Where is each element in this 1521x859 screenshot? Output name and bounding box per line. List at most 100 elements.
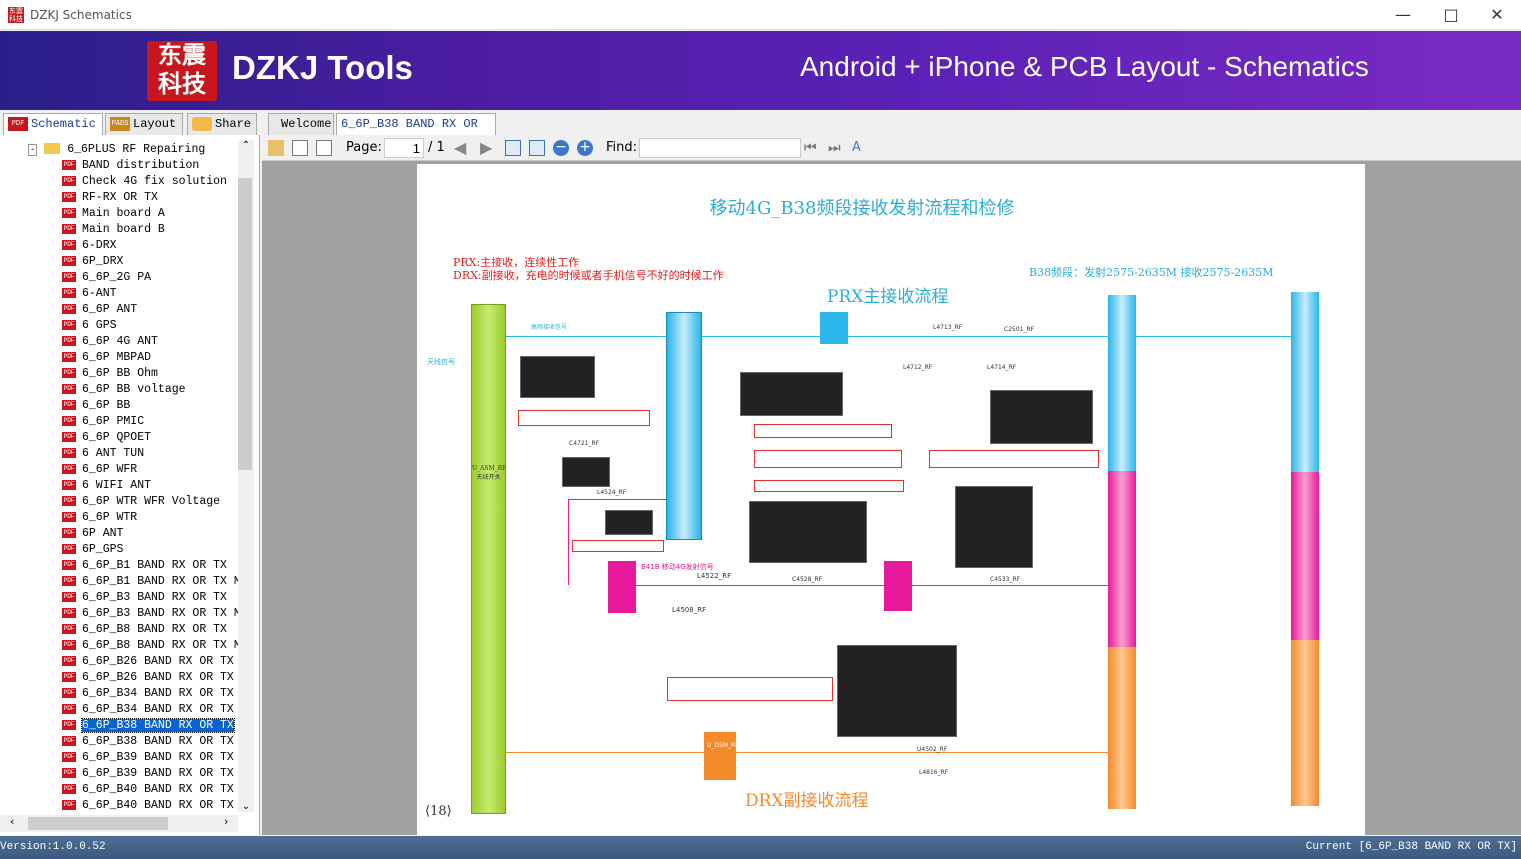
pdf-icon: PDF (62, 655, 76, 666)
rotate-cw-icon[interactable] (292, 140, 308, 156)
pdf-icon: PDF (62, 271, 76, 282)
tab-document[interactable]: 6_6P_B38 BAND RX OR TX✕ (336, 113, 496, 151)
tab-schematic[interactable]: PDF Schematic (3, 113, 103, 135)
board-photo (837, 645, 957, 737)
pdf-icon: PDF (62, 431, 76, 442)
tree-item[interactable]: PDF 6_6P_B8 BAND RX OR TX (62, 622, 227, 638)
collapse-icon[interactable]: - (28, 144, 38, 156)
tree-item[interactable]: PDF6_6P_B26 BAND RX OR TX Mai (62, 670, 238, 686)
tab-welcome[interactable]: Welcome (268, 113, 334, 135)
next-page-icon[interactable]: ▶ (480, 140, 496, 156)
tree-item[interactable]: PDF 6_6P BB (62, 398, 130, 414)
tree-item[interactable]: PDF 6_6P WFR (62, 462, 137, 478)
fit-page-icon[interactable] (529, 140, 545, 156)
tree-item[interactable]: PDF Main board A (62, 206, 165, 222)
tree-item[interactable]: PDF Check 4G fix solution (62, 174, 227, 190)
copy-icon[interactable] (268, 140, 284, 156)
zoom-in-icon[interactable]: + (577, 140, 593, 156)
tree-item[interactable]: PDF 6P_DRX (62, 254, 123, 270)
tree-item[interactable]: PDF 6 ANT TUN (62, 446, 144, 462)
tree-item[interactable]: PDF6_6P_B3 BAND RX OR TX Main (62, 606, 238, 622)
component-label: U4502_RF (917, 746, 948, 753)
tree-item[interactable]: PDF 6P ANT (62, 526, 123, 542)
cloud-folder-icon (192, 116, 212, 131)
prev-page-icon[interactable]: ◀ (454, 140, 470, 156)
tab-layout[interactable]: PADS Layout (105, 113, 183, 135)
wtr-drx-block (1108, 647, 1136, 809)
tree-item[interactable]: PDF 6_6P_B1 BAND RX OR TX (62, 558, 227, 574)
tree-item[interactable]: PDF 6_6P_B39 BAND RX OR TX (62, 750, 234, 766)
dsm-block (704, 732, 736, 780)
board-photo (749, 501, 867, 563)
tree-item[interactable]: PDF 6_6P_B38 BAND RX OR TX (62, 718, 235, 734)
tree-item[interactable]: PDF 6_6P ANT (62, 302, 137, 318)
tree-horizontal-scrollbar[interactable]: ‹ › (0, 815, 238, 832)
tree-item[interactable]: PDF 6_6P MBPAD (62, 350, 151, 366)
tree-item[interactable]: PDF 6_6P_B3 BAND RX OR TX (62, 590, 227, 606)
antenna-signal-label: 天线信号 (427, 358, 455, 366)
tree-root[interactable]: - 6_6PLUS RF Repairing (28, 142, 205, 158)
tree-item[interactable]: PDF 6P_GPS (62, 542, 123, 558)
tree-item[interactable]: PDF 6-ANT (62, 286, 117, 302)
pdf-icon: PDF (62, 559, 76, 570)
page-total: / 1 (428, 140, 445, 155)
tree-item[interactable]: PDF 6_6P BB voltage (62, 382, 186, 398)
pa-block-2 (884, 561, 912, 611)
viewer-toolbar: Page: / 1 ◀ ▶ − + Find: ⏮ ⏭ A (262, 135, 1521, 161)
document-viewer[interactable]: 移动4G_B38频段接收发射流程和检修 PRX:主接收，连续性工作 DRX:副接… (262, 161, 1521, 835)
tree-item[interactable]: PDF6_6P_B38 BAND RX OR TX Mai (62, 734, 238, 750)
component-label: L4522_RF (697, 572, 732, 580)
transceiver-prx-block (1291, 292, 1319, 472)
drx-note: DRX:副接收，充电的时候或者手机信号不好的时候工作 (453, 269, 724, 282)
rotate-ccw-icon[interactable] (316, 140, 332, 156)
highlight-icon[interactable]: A (852, 140, 868, 156)
tree-item[interactable]: PDF 6_6P PMIC (62, 414, 144, 430)
component-label: C4533_RF (990, 576, 1021, 583)
tree-item[interactable]: PDF 6 WIFI ANT (62, 478, 151, 494)
pdf-icon: PDF (62, 159, 76, 170)
tree-item[interactable]: PDF 6_6P_B34 BAND RX OR TX (62, 686, 234, 702)
repair-note (572, 540, 664, 552)
tree-item[interactable]: PDF 6_6P_B26 BAND RX OR TX (62, 654, 234, 670)
board-photo (520, 356, 595, 398)
pdf-icon: PDF (62, 767, 76, 778)
board-photo (740, 372, 843, 416)
page-input[interactable] (384, 138, 424, 158)
tree-item[interactable]: PDF 6_6P BB Ohm (62, 366, 158, 382)
pdf-icon: PDF (62, 255, 76, 266)
tree-scroll-thumb[interactable] (238, 178, 252, 470)
component-label: L4712_RF (903, 364, 933, 371)
fit-width-icon[interactable] (505, 140, 521, 156)
find-next-icon[interactable]: ⏭ (828, 140, 844, 156)
tree-item[interactable]: PDF6_6P_B40 BAND RX OR TX Mai (62, 798, 238, 812)
tree-item[interactable]: PDF6_6P_B8 BAND RX OR TX Main (62, 638, 238, 654)
tree-item[interactable]: PDF 6_6P WTR (62, 510, 137, 526)
minimize-button[interactable]: — (1380, 4, 1426, 26)
tree-item[interactable]: PDF 6_6P 4G ANT (62, 334, 158, 350)
close-button[interactable]: ✕ (1474, 4, 1520, 26)
tree-item[interactable]: PDF6_6P_B34 BAND RX OR TX Mai (62, 702, 238, 718)
tree-item[interactable]: PDF BAND distribution (62, 158, 199, 174)
schematic-page: 移动4G_B38频段接收发射流程和检修 PRX:主接收，连续性工作 DRX:副接… (417, 164, 1365, 835)
tree-item[interactable]: PDF RF-RX OR TX (62, 190, 158, 206)
find-prev-icon[interactable]: ⏮ (804, 140, 820, 156)
pdf-icon: PDF (62, 223, 76, 234)
pdf-icon: PDF (62, 383, 76, 394)
pdf-icon: PDF (62, 463, 76, 474)
tree-item[interactable]: PDF6_6P_B39 BAND RX OR TX Mai (62, 766, 238, 782)
tree-item[interactable]: PDF Main board B (62, 222, 165, 238)
pdf-icon: PDF (62, 175, 76, 186)
tree-item[interactable]: PDF 6 GPS (62, 318, 117, 334)
pdf-icon: PDF (62, 783, 76, 794)
tab-share[interactable]: Share (187, 113, 257, 135)
tree-item[interactable]: PDF6_6P_B1 BAND RX OR TX Main (62, 574, 238, 590)
find-input[interactable] (639, 138, 801, 158)
repair-note (754, 424, 892, 438)
maximize-button[interactable]: □ (1428, 4, 1474, 26)
tree-item[interactable]: PDF 6_6P QPOET (62, 430, 151, 446)
tree-item[interactable]: PDF 6_6P_B40 BAND RX OR TX (62, 782, 234, 798)
tree-item[interactable]: PDF 6-DRX (62, 238, 117, 254)
tree-item[interactable]: PDF 6_6P WTR WFR Voltage (62, 494, 220, 510)
zoom-out-icon[interactable]: − (553, 140, 569, 156)
tree-item[interactable]: PDF 6_6P_2G PA (62, 270, 151, 286)
